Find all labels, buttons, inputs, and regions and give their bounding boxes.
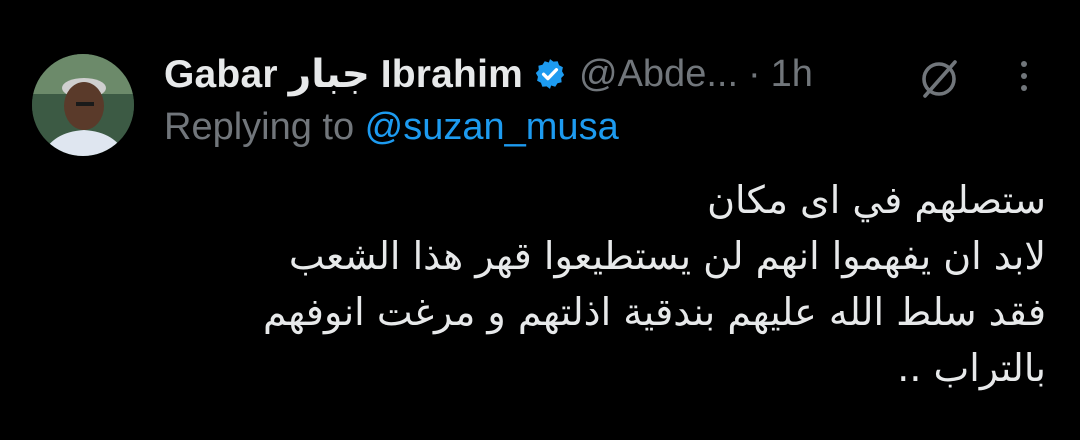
timestamp[interactable]: 1h (771, 53, 813, 96)
tweet-body-line: ستصلهم في اى مكان (707, 178, 1046, 222)
tweet-body: ستصلهم في اى مكان لابد ان يفهموا انهم لن… (226, 172, 1046, 396)
avatar-image (32, 54, 134, 156)
replying-mention-link[interactable]: @suzan_musa (365, 106, 619, 148)
tweet-body-line: فقد سلط الله عليهم بندقية اذلتهم و مرغت … (263, 290, 1046, 334)
author-handle[interactable]: @Abde... (579, 53, 738, 96)
tweet-body-line: لابد ان يفهموا انهم لن يستطيعوا قهر هذا … (288, 234, 1046, 278)
tweet-header: Gabar جبار Ibrahim @Abde... · 1h (164, 48, 813, 100)
verified-badge-icon (535, 59, 565, 89)
separator-dot: · (748, 52, 761, 95)
grok-icon[interactable] (916, 56, 962, 102)
tweet-body-line: بالتراب .. (897, 346, 1046, 390)
more-options-icon[interactable] (1014, 56, 1034, 96)
replying-prefix: Replying to (164, 106, 365, 148)
avatar[interactable] (32, 54, 134, 156)
author-display-name[interactable]: Gabar جبار Ibrahim (164, 52, 523, 97)
replying-to: Replying to @suzan_musa (164, 106, 619, 149)
